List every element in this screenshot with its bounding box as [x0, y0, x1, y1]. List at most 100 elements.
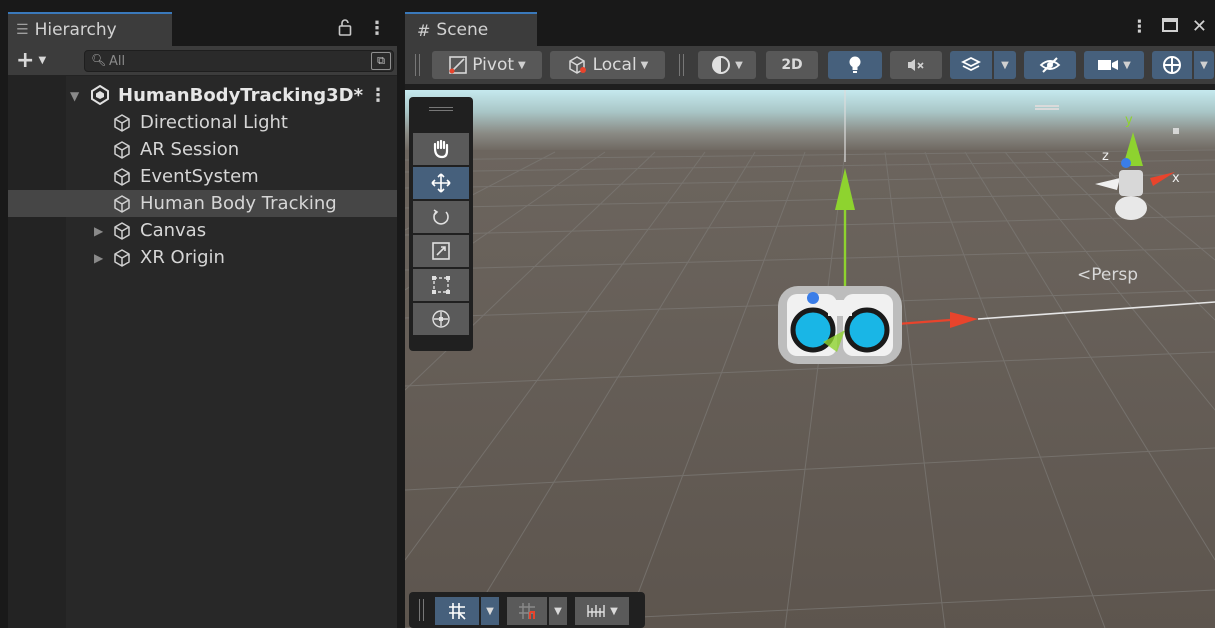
overlay-drag-handle[interactable]	[419, 599, 424, 621]
gizmo-x-label: x	[1172, 171, 1180, 186]
rotate-tool-button[interactable]	[413, 201, 469, 233]
tab-hierarchy[interactable]: ☰ Hierarchy	[8, 12, 172, 46]
hierarchy-item-selected[interactable]: Human Body Tracking	[8, 190, 397, 217]
grid-icon	[449, 603, 466, 620]
effects-toggle[interactable]	[950, 51, 992, 79]
hierarchy-item[interactable]: EventSystem	[8, 163, 397, 190]
hierarchy-item[interactable]: ▶ XR Origin	[8, 244, 397, 271]
tab-scene[interactable]: # Scene	[405, 12, 537, 46]
fold-arrow-collapsed-icon[interactable]: ▶	[94, 224, 103, 238]
hierarchy-item-label: XR Origin	[140, 247, 225, 268]
unity-scene-icon	[90, 84, 110, 106]
effects-layers-icon	[961, 56, 981, 72]
search-input[interactable]	[109, 52, 359, 70]
scene-viewport[interactable]: y z x <Persp ▼ ▼ ▼	[405, 90, 1215, 628]
scene-render[interactable]: y z x	[405, 90, 1215, 628]
kebab-menu-icon[interactable]: ⋮	[368, 18, 386, 41]
chevron-down-icon: ▼	[518, 59, 526, 71]
fold-arrow-collapsed-icon[interactable]: ▶	[94, 251, 103, 265]
hierarchy-tabbar: ☰ Hierarchy ⋮	[8, 8, 397, 46]
cube-icon	[112, 140, 132, 160]
chevron-down-icon: ▼	[1123, 59, 1131, 71]
move-tool-button[interactable]	[413, 167, 469, 199]
hierarchy-panel: ☰ Hierarchy ⋮ + ▼ 🔍︎ ⧉	[8, 8, 397, 628]
rect-transform-icon	[432, 276, 450, 294]
grid-visibility-toggle[interactable]	[435, 597, 479, 625]
chevron-down-icon: ▼	[640, 59, 649, 71]
hierarchy-search: 🔍︎ ⧉	[84, 50, 394, 72]
hierarchy-item-label: AR Session	[140, 139, 240, 160]
projection-toggle[interactable]: <Persp	[1077, 265, 1138, 285]
gizmo-z-label: z	[1102, 149, 1109, 164]
cube-icon	[112, 113, 132, 133]
cube-icon	[112, 194, 132, 214]
grid-icon: #	[417, 20, 431, 40]
gizmos-toggle[interactable]	[1152, 51, 1192, 79]
pivot-dropdown[interactable]: Pivot ▼	[432, 51, 542, 79]
pivot-label: Pivot	[472, 55, 515, 75]
hierarchy-item[interactable]: ▶ Canvas	[8, 217, 397, 244]
hierarchy-item-label: Human Body Tracking	[140, 193, 337, 214]
transform-combo-icon	[432, 310, 450, 328]
camera-settings-dropdown[interactable]: ▼	[1084, 51, 1144, 79]
scene-name: HumanBodyTracking3D*	[118, 85, 364, 106]
kebab-menu-icon[interactable]: ⋮	[369, 85, 387, 106]
hidden-objects-toggle[interactable]	[1024, 51, 1076, 79]
chevron-down-icon: ▼	[610, 605, 618, 617]
gizmo-drag-handle[interactable]	[1035, 105, 1059, 110]
hierarchy-tab-label: Hierarchy	[34, 20, 117, 40]
hierarchy-item[interactable]: Directional Light	[8, 109, 397, 136]
toolbar-grip[interactable]	[415, 54, 420, 76]
eye-slash-icon	[1039, 57, 1061, 73]
scale-tool-button[interactable]	[413, 235, 469, 267]
close-icon[interactable]: ✕	[1192, 16, 1207, 37]
audio-toggle[interactable]	[890, 51, 942, 79]
cube-icon	[112, 221, 132, 241]
shading-sphere-icon	[712, 56, 731, 74]
transform-tool-button[interactable]	[413, 303, 469, 335]
local-label: Local	[592, 55, 637, 75]
hierarchy-item[interactable]: AR Session	[8, 136, 397, 163]
increment-snap-icon	[587, 605, 605, 617]
grid-dropdown[interactable]: ▼	[481, 597, 499, 625]
fold-arrow-expanded-icon[interactable]: ▼	[70, 89, 79, 103]
maximize-icon[interactable]	[1161, 17, 1178, 37]
scene-panel: # Scene ⋮ ✕ Pivot ▼ Local ▼ ▼ 2D ▼ ▼ ▼ y…	[405, 8, 1215, 628]
effects-dropdown[interactable]: ▼	[994, 51, 1016, 79]
lock-icon[interactable]	[338, 18, 352, 41]
audio-muted-icon	[908, 59, 924, 71]
gizmo-globe-icon	[1163, 56, 1181, 74]
unity-editor: ☰ Hierarchy ⋮ + ▼ 🔍︎ ⧉	[0, 0, 1215, 628]
scene-tab-label: Scene	[436, 20, 489, 40]
chevron-down-icon: ▼	[1001, 59, 1009, 71]
search-icon: 🔍︎	[91, 53, 107, 67]
scene-picker-icon[interactable]: ⧉	[371, 52, 391, 70]
hierarchy-item-label: Directional Light	[140, 112, 288, 133]
hand-icon	[433, 139, 449, 159]
chevron-down-icon: ▼	[1200, 59, 1208, 71]
local-dropdown[interactable]: Local ▼	[550, 51, 665, 79]
binoculars-icon	[778, 286, 902, 364]
grid-snap-icon	[519, 603, 535, 619]
kebab-menu-icon[interactable]: ⋮	[1131, 17, 1148, 37]
hand-tool-button[interactable]	[413, 133, 469, 165]
increment-snap-dropdown[interactable]: ▼	[575, 597, 629, 625]
grid-snap-dropdown[interactable]: ▼	[549, 597, 567, 625]
grid-snap-toggle[interactable]	[507, 597, 547, 625]
mode-2d-label: 2D	[781, 57, 803, 73]
add-object-button[interactable]: + ▼	[16, 48, 46, 73]
cube-icon	[112, 248, 132, 268]
hierarchy-item-label: Canvas	[140, 220, 207, 241]
gizmos-dropdown[interactable]: ▼	[1194, 51, 1214, 79]
scene-root-row[interactable]: ▼ HumanBodyTracking3D* ⋮	[8, 82, 397, 109]
shading-mode-dropdown[interactable]: ▼	[698, 51, 756, 79]
toolbar-grip[interactable]	[679, 54, 684, 76]
rect-tool-button[interactable]	[413, 269, 469, 301]
hierarchy-toolbar: + ▼ 🔍︎ ⧉	[8, 46, 397, 76]
overlay-drag-handle[interactable]	[429, 107, 453, 111]
hierarchy-item-label: EventSystem	[140, 166, 259, 187]
mode-2d-toggle[interactable]: 2D	[766, 51, 818, 79]
gizmo-y-label: y	[1125, 113, 1133, 128]
scale-icon	[432, 242, 450, 260]
lighting-toggle[interactable]	[828, 51, 882, 79]
